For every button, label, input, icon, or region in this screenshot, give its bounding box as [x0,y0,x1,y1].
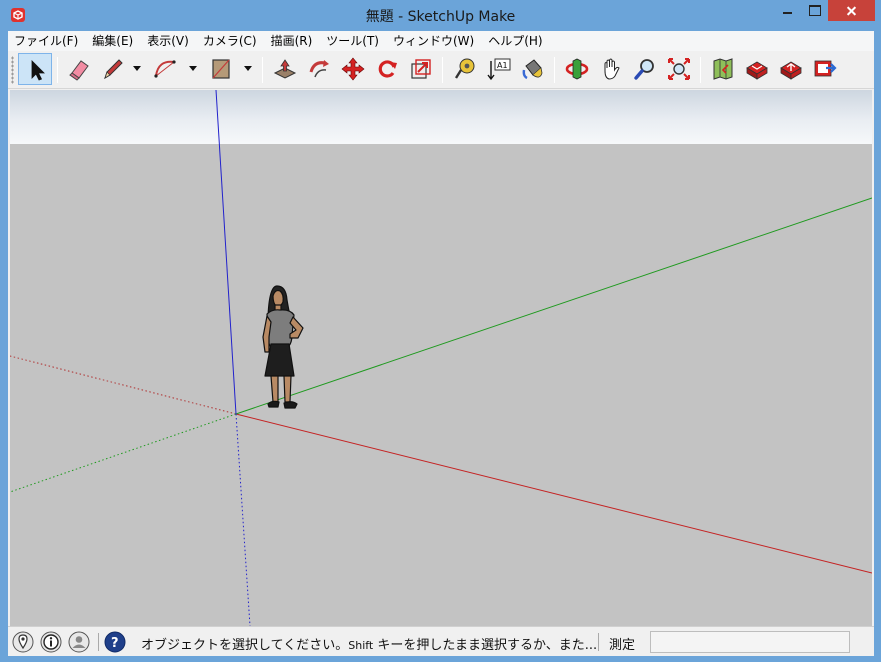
rectangle-tool-dropdown[interactable] [244,66,252,71]
measurements-label: 測定 [609,638,636,653]
menu-edit[interactable]: 編集(E) [86,31,141,51]
help-icon[interactable]: ? [104,631,126,653]
sky-band [10,90,872,144]
menu-tools[interactable]: ツール(T) [320,31,387,51]
close-icon[interactable] [828,0,875,21]
eraser-tool-button[interactable] [62,53,96,85]
orbit-tool-button[interactable] [560,53,594,85]
status-bar: ? オブジェクトを選択してください。Shift キーを押したまま選択するか、また… [8,626,874,656]
menu-draw[interactable]: 描画(R) [265,31,321,51]
menu-file[interactable]: ファイル(F) [8,31,86,51]
offset-tool-button[interactable] [302,53,336,85]
warehouse-icon [746,61,768,80]
rotate-icon [378,60,397,78]
toolbar-separator [262,57,263,83]
scene-canvas[interactable] [10,90,872,626]
extension-warehouse-tool-button[interactable] [808,53,842,85]
orbit-icon [565,58,589,80]
info-icon[interactable] [40,631,62,653]
app-window: 無題 - SketchUp Make ファイル(F) 編集(E) 表示(V) カ… [0,0,881,662]
arrow-cursor-icon [31,60,45,81]
window-title: 無題 - SketchUp Make [365,9,516,25]
menu-camera[interactable]: カメラ(C) [197,31,265,51]
maximize-icon[interactable] [801,0,828,21]
measurements-input[interactable] [650,631,850,653]
eraser-icon [69,60,89,81]
toolbar-separator [57,57,58,83]
text-label-icon: A1 [487,58,511,81]
arc-tool-button[interactable] [148,53,182,85]
title-bar[interactable]: 無題 - SketchUp Make [0,0,881,31]
paint-bucket-tool-button[interactable] [516,53,550,85]
tape-measure-tool-button[interactable] [448,53,482,85]
share-model-icon [780,61,802,80]
select-tool-button[interactable] [18,53,52,85]
text-tool-button[interactable]: A1 [482,53,516,85]
geo-location-icon[interactable] [12,631,34,653]
status-message-tail: キーを押したまま選択するか、また... [373,638,598,653]
move-arrows-icon [341,57,365,81]
tape-measure-icon [454,58,475,79]
status-divider [598,633,599,651]
minimize-icon[interactable] [774,0,801,21]
ground-plane [10,144,872,626]
text-tool-glyph: A1 [497,61,508,70]
model-viewport[interactable] [10,90,872,626]
toolbar-separator [554,57,555,83]
3d-warehouse-tool-button[interactable] [740,53,774,85]
svg-text:?: ? [111,636,119,651]
magnifier-icon [634,59,654,80]
hand-icon [604,58,620,80]
map-location-icon [713,58,733,80]
status-message-key: Shift [348,639,374,652]
rotate-tool-button[interactable] [370,53,404,85]
menu-view[interactable]: 表示(V) [141,31,197,51]
menu-bar: ファイル(F) 編集(E) 表示(V) カメラ(C) 描画(R) ツール(T) … [8,31,874,51]
zoom-extents-tool-button[interactable] [662,53,696,85]
toolbar-separator [700,57,701,83]
scale-tool-button[interactable] [404,53,438,85]
arc-tool-dropdown[interactable] [189,66,197,71]
extension-warehouse-icon [814,60,837,77]
menu-window[interactable]: ウィンドウ(W) [387,31,482,51]
paint-bucket-icon [522,59,543,80]
client-area: ファイル(F) 編集(E) 表示(V) カメラ(C) 描画(R) ツール(T) … [8,31,874,656]
push-pull-icon [273,59,297,79]
move-tool-button[interactable] [336,53,370,85]
line-tool-dropdown[interactable] [133,66,141,71]
arc-icon [154,60,176,78]
pan-tool-button[interactable] [594,53,628,85]
toolbar-grip[interactable] [11,56,14,84]
line-tool-button[interactable] [96,53,130,85]
offset-icon [309,60,329,78]
push-pull-tool-button[interactable] [268,53,302,85]
zoom-extents-icon [668,58,690,80]
main-toolbar: A1 [8,51,874,89]
pencil-icon [104,59,123,80]
share-model-tool-button[interactable] [774,53,808,85]
rectangle-tool-button[interactable] [204,53,238,85]
toolbar-separator [442,57,443,83]
scale-icon [411,59,431,79]
status-message-main: オブジェクトを選択してください。 [141,638,349,653]
zoom-tool-button[interactable] [628,53,662,85]
add-location-tool-button[interactable] [706,53,740,85]
status-divider [98,633,99,651]
user-icon[interactable] [68,631,90,653]
menu-help[interactable]: ヘルプ(H) [482,31,550,51]
status-message: オブジェクトを選択してください。Shift キーを押したまま選択するか、また..… [141,634,597,653]
rectangle-icon [212,59,230,79]
